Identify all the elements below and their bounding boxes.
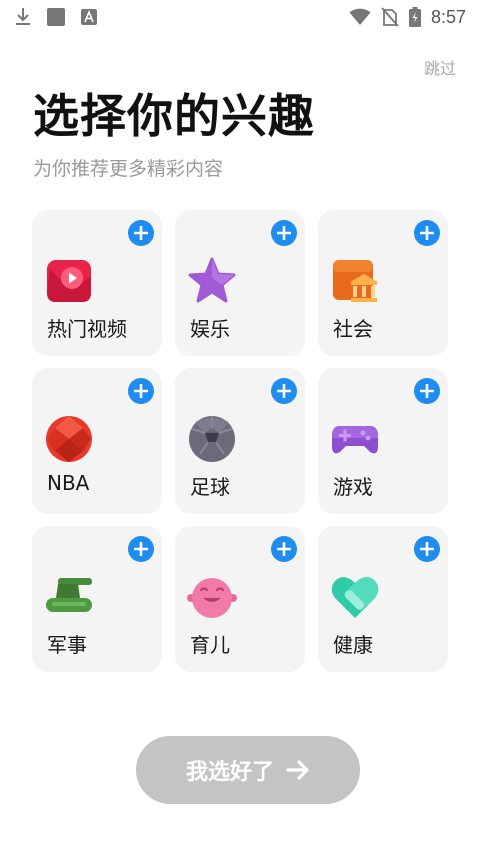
heart-icon: [331, 577, 379, 618]
interest-card-games[interactable]: 游戏: [318, 368, 448, 514]
download-icon: [14, 7, 32, 27]
interest-card-military[interactable]: 军事: [32, 526, 162, 672]
basketball-icon: [46, 416, 92, 462]
interest-card-parenting[interactable]: 育儿: [175, 526, 305, 672]
interest-card-society[interactable]: 社会: [318, 210, 448, 356]
add-icon[interactable]: [414, 536, 440, 562]
add-icon[interactable]: [128, 378, 154, 404]
card-label: 足球: [190, 475, 230, 499]
no-sim-icon: [381, 7, 399, 27]
interest-grid: 热门视频 娱乐 社会 NBA 足球 游戏 军事 育儿 健康: [32, 210, 448, 672]
status-bar: 8:57: [0, 0, 480, 34]
interest-selection-screen: 8:57 跳过 选择你的兴趣 为你推荐更多精彩内容 热门视频 娱乐 社会 NBA…: [0, 0, 480, 853]
interest-card-entertainment[interactable]: 娱乐: [175, 210, 305, 356]
add-icon[interactable]: [271, 378, 297, 404]
add-icon[interactable]: [271, 536, 297, 562]
card-label: 热门视频: [47, 317, 127, 341]
status-bar-left: [14, 7, 98, 27]
add-icon[interactable]: [414, 378, 440, 404]
card-label: 娱乐: [190, 317, 230, 341]
add-icon[interactable]: [271, 220, 297, 246]
arrow-right-icon: [286, 760, 309, 780]
interest-card-football[interactable]: 足球: [175, 368, 305, 514]
card-label: 社会: [333, 317, 373, 341]
add-icon[interactable]: [414, 220, 440, 246]
add-icon[interactable]: [128, 220, 154, 246]
card-label: 健康: [333, 633, 373, 657]
confirm-button-label: 我选好了: [185, 760, 274, 785]
card-label: 育儿: [190, 633, 230, 657]
card-label: 军事: [47, 633, 87, 657]
building-icon: [333, 260, 378, 302]
football-icon: [189, 416, 235, 462]
interest-card-hot-video[interactable]: 热门视频: [32, 210, 162, 356]
page-subtitle: 为你推荐更多精彩内容: [33, 158, 224, 180]
video-icon: [47, 260, 91, 302]
page-title: 选择你的兴趣: [33, 89, 315, 143]
add-icon[interactable]: [128, 536, 154, 562]
text-notification-icon: [80, 8, 98, 26]
wifi-icon: [349, 8, 371, 26]
skip-button[interactable]: 跳过: [424, 55, 456, 79]
interest-card-nba[interactable]: NBA: [32, 368, 162, 514]
star-icon: [188, 257, 236, 303]
status-bar-right: 8:57: [349, 7, 466, 28]
confirm-button[interactable]: 我选好了: [136, 736, 360, 804]
tank-icon: [46, 578, 92, 612]
square-notification-icon: [46, 7, 66, 27]
card-label: NBA: [47, 471, 90, 495]
gamepad-icon: [332, 426, 378, 454]
status-time: 8:57: [430, 6, 466, 27]
battery-charging-icon: [408, 7, 421, 27]
interest-card-health[interactable]: 健康: [318, 526, 448, 672]
card-label: 游戏: [333, 475, 373, 499]
baby-icon: [187, 578, 237, 618]
